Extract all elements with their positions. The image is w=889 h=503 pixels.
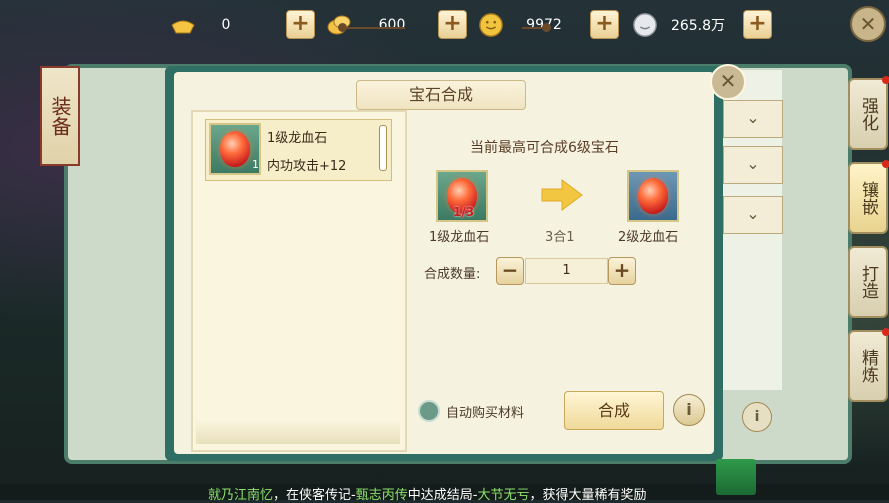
tab-label: 强化	[858, 97, 878, 131]
back-dropdown-2[interactable]: ⌄	[723, 146, 783, 184]
notification-dot	[882, 328, 889, 336]
info-icon[interactable]: i	[673, 394, 705, 426]
back-info-button[interactable]: i	[742, 402, 772, 432]
quantity-input[interactable]: 1	[525, 258, 608, 284]
silver-coin-icon	[632, 12, 658, 38]
list-decoration	[196, 420, 400, 444]
auto-buy-label: 自动购买材料	[446, 406, 525, 421]
broadcast-player: 就乃江南忆	[208, 488, 274, 503]
add-currency-2-button[interactable]: +	[438, 10, 467, 39]
tab-strengthen[interactable]: 强化	[848, 76, 889, 150]
tab-label: 镶嵌	[858, 181, 878, 215]
dragon-blood-gem-icon	[638, 178, 668, 214]
list-scrollbar[interactable]	[379, 125, 387, 171]
tab-equipment[interactable]: 装备	[40, 66, 80, 166]
increase-quantity-button[interactable]: +	[608, 257, 636, 285]
back-dropdown-1[interactable]: ⌄	[723, 100, 783, 138]
system-broadcast-text: 就乃江南忆，在侠客传记-甄志丙传中达成结局-大节无亏，获得大量稀有奖励	[208, 484, 646, 503]
auto-buy-checkbox[interactable]	[418, 400, 440, 422]
title-ornament-dot-left	[338, 23, 347, 32]
title-ornament-dot-right	[542, 23, 551, 32]
synthesis-ratio: 3合1	[545, 230, 575, 245]
currency-3: 9972	[478, 8, 588, 42]
game-logo-icon[interactable]	[716, 459, 756, 495]
target-gem-name: 2级龙血石	[618, 230, 679, 245]
broadcast-text: ，在侠客传记-	[273, 488, 356, 503]
gem-count: 1	[252, 158, 259, 171]
currency-value: 265.8万	[670, 18, 726, 34]
gem-attribute: 内功攻击+12	[267, 159, 347, 174]
quantity-label: 合成数量:	[424, 267, 481, 282]
title-ornament-right	[522, 27, 544, 29]
back-dropdown-3[interactable]: ⌄	[723, 196, 783, 234]
target-gem-slot[interactable]	[627, 170, 679, 222]
tab-label: 精炼	[858, 349, 878, 383]
decrease-quantity-button[interactable]: −	[496, 257, 524, 285]
add-currency-1-button[interactable]: +	[286, 10, 315, 39]
gold-ingot-icon	[170, 12, 196, 38]
add-currency-3-button[interactable]: +	[590, 10, 619, 39]
arrow-right-icon	[541, 179, 583, 211]
currency-4: 265.8万	[632, 8, 742, 42]
title-ornament-left	[345, 27, 405, 29]
broadcast-text: ，获得大量稀有奖励	[529, 488, 647, 503]
add-currency-4-button[interactable]: +	[743, 10, 772, 39]
source-gem-name: 1级龙血石	[429, 230, 490, 245]
dialog-close-icon[interactable]: ✕	[710, 64, 746, 100]
currency-bar: 0 + 600 + 9972 + 265.8万 +	[0, 0, 889, 50]
dialog-title: 宝石合成	[356, 80, 526, 110]
combine-button[interactable]: 合成	[564, 391, 664, 430]
max-synthesis-text: 当前最高可合成6级宝石	[470, 140, 619, 156]
copper-coin-icon	[478, 12, 504, 38]
tab-label: 打造	[858, 265, 878, 299]
tab-refine[interactable]: 精炼	[848, 328, 889, 402]
broadcast-story: 甄志丙传	[355, 488, 408, 503]
dragon-blood-gem-icon	[220, 131, 250, 167]
source-gem-progress: 1/3	[453, 205, 475, 219]
currency-value: 600	[378, 17, 406, 33]
currency-value: 0	[221, 17, 231, 33]
notification-dot	[882, 160, 889, 168]
tab-forge[interactable]: 打造	[848, 246, 888, 318]
close-icon[interactable]: ✕	[850, 6, 886, 42]
broadcast-ending: 大节无亏	[477, 488, 530, 503]
gem-name: 1级龙血石	[267, 131, 328, 146]
tab-inlay[interactable]: 镶嵌	[848, 160, 889, 234]
notification-dot	[882, 76, 889, 84]
broadcast-text: 中达成结局-	[407, 488, 478, 503]
currency-1: 0	[170, 8, 270, 42]
